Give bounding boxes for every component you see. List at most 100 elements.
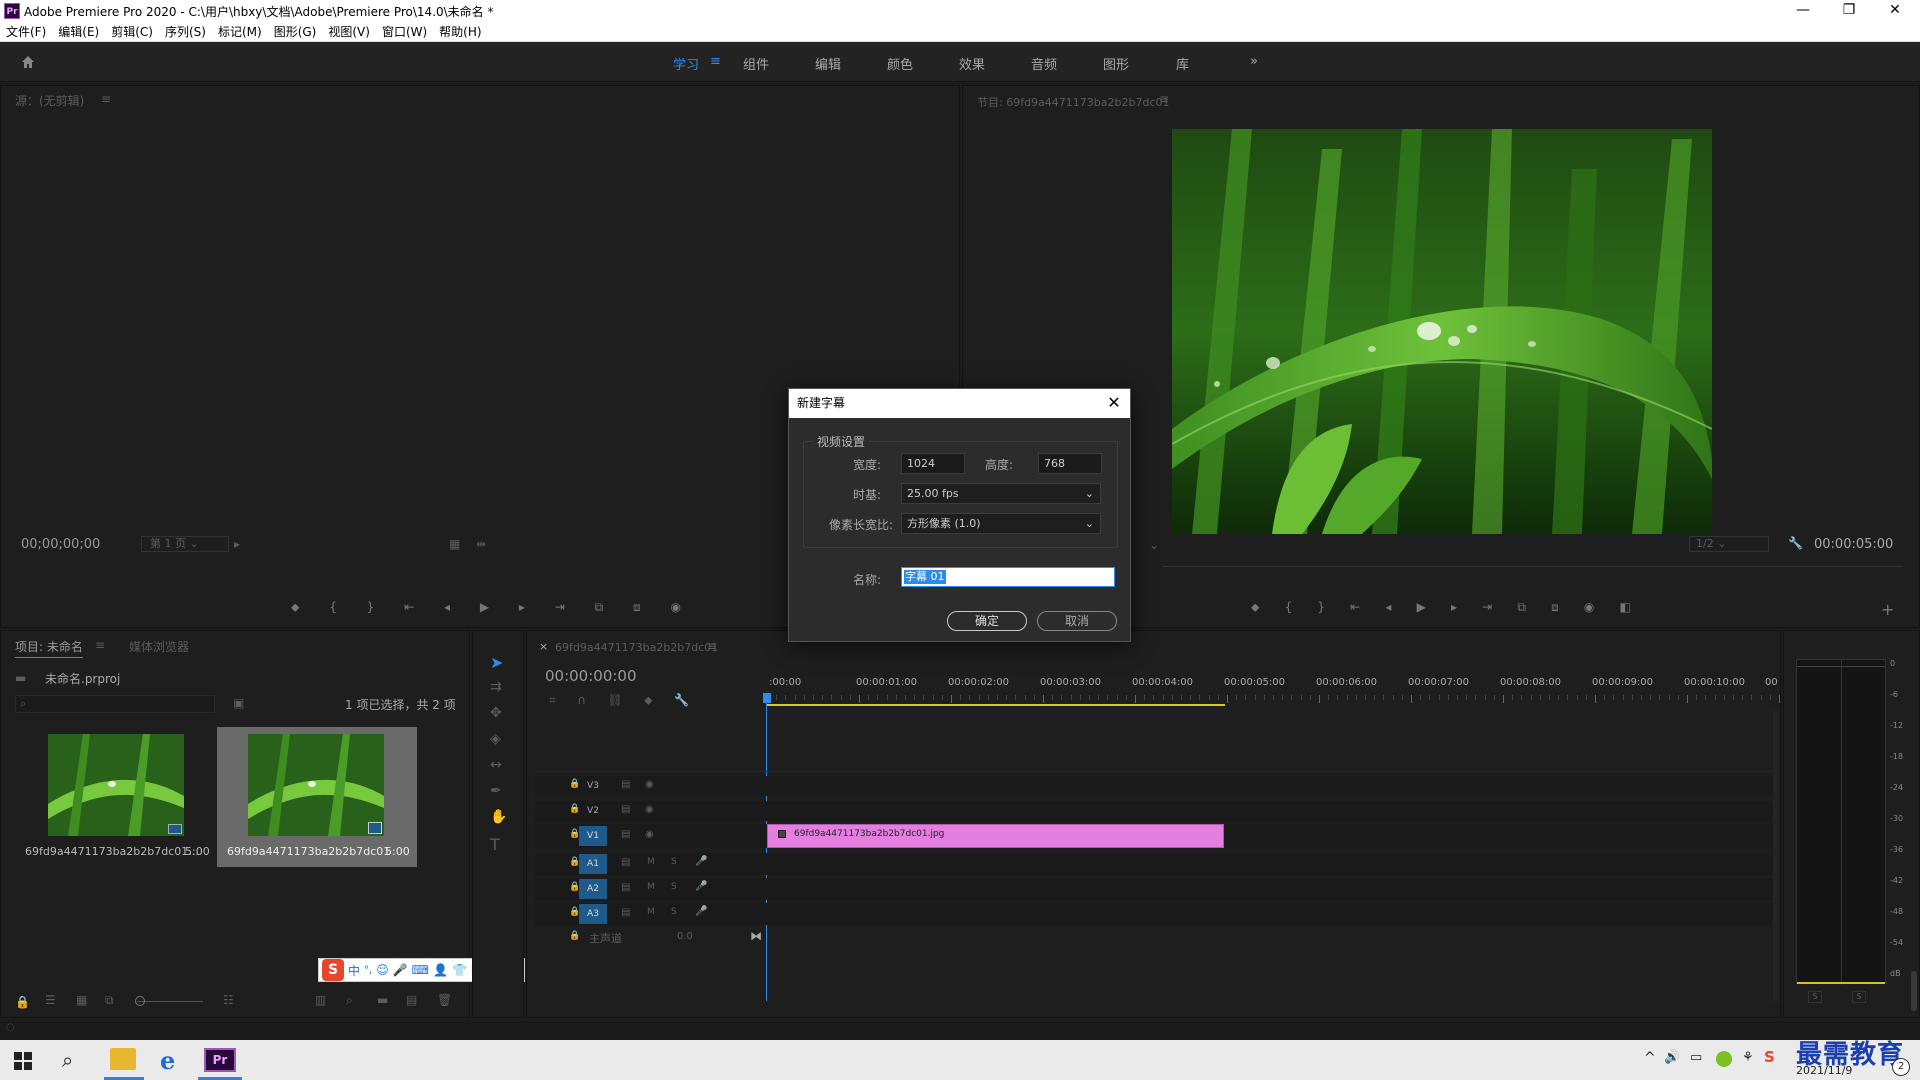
export-frame-icon[interactable]: ◉: [1584, 600, 1594, 615]
mark-in-icon[interactable]: {: [329, 600, 337, 615]
menu-view[interactable]: 视图(V): [322, 22, 376, 42]
workspace-effects[interactable]: 效果: [959, 54, 985, 73]
step-forward-icon[interactable]: ▸: [519, 600, 525, 615]
new-bin-icon[interactable]: ▬: [377, 993, 388, 1007]
freeform-view-icon[interactable]: ⧉: [105, 993, 114, 1008]
track-a1[interactable]: 🔒 A1 ▤ M S 🎤: [535, 853, 1775, 875]
icon-view-icon[interactable]: ▦: [76, 993, 87, 1007]
height-input[interactable]: 768: [1038, 453, 1102, 474]
work-area-bar[interactable]: [767, 704, 1225, 706]
source-monitor-title[interactable]: 源：(无剪辑): [15, 92, 84, 109]
compare-icon[interactable]: ◧: [1620, 600, 1631, 615]
solo-button[interactable]: S: [671, 882, 677, 892]
search-icon[interactable]: ⌕: [62, 1048, 73, 1072]
project-item-selected[interactable]: 69fd9a4471173ba2b2b7dc01 5:00: [217, 727, 417, 867]
menu-help[interactable]: 帮助(H): [433, 22, 487, 42]
sogou-tray-icon[interactable]: S: [1764, 1048, 1775, 1066]
minimize-button[interactable]: —: [1780, 0, 1826, 22]
security-tray-icon[interactable]: [1716, 1051, 1732, 1067]
track-a3[interactable]: 🔒 A3 ▤ M S 🎤: [535, 903, 1775, 925]
menu-markers[interactable]: 标记(M): [212, 22, 268, 42]
track-v2[interactable]: 🔒 V2 ▤ ◉: [535, 801, 1775, 821]
workspace-assembly[interactable]: 组件: [743, 54, 769, 73]
home-icon[interactable]: [20, 54, 36, 70]
snap-icon[interactable]: ∩: [577, 693, 586, 708]
user-icon[interactable]: 👤: [433, 963, 448, 977]
export-frame-icon[interactable]: ◉: [670, 600, 680, 615]
ime-punct-toggle[interactable]: °,: [364, 965, 372, 976]
ok-button[interactable]: 确定: [947, 611, 1027, 631]
workspace-overflow-icon[interactable]: »: [1250, 54, 1258, 69]
workspace-editing[interactable]: 编辑: [815, 54, 841, 73]
workspace-learn[interactable]: 学习: [673, 54, 699, 73]
add-button-icon[interactable]: +: [1881, 600, 1894, 619]
microphone-icon[interactable]: 🎤: [393, 963, 408, 977]
sync-lock-icon[interactable]: ▤: [621, 907, 630, 918]
eye-icon[interactable]: ◉: [645, 804, 654, 815]
lock-icon[interactable]: 🔒: [15, 995, 30, 1009]
new-item-icon[interactable]: ▤: [406, 993, 417, 1007]
track-a3-label[interactable]: A3: [579, 904, 607, 924]
go-to-out-icon[interactable]: ⇥: [555, 600, 565, 615]
program-scrub-bar[interactable]: [1163, 566, 1903, 576]
step-forward-icon[interactable]: ▸: [1451, 600, 1457, 615]
microphone-icon[interactable]: 🎤: [695, 856, 707, 867]
add-marker-icon[interactable]: ⬥: [1251, 600, 1259, 615]
solo-left-button[interactable]: S: [1808, 991, 1822, 1003]
list-view-icon[interactable]: ☰: [45, 993, 56, 1007]
playhead-handle[interactable]: [763, 693, 771, 703]
track-a2[interactable]: 🔒 A2 ▤ M S 🎤: [535, 878, 1775, 900]
timeline-clip[interactable]: 69fd9a4471173ba2b2b7dc01.jpg: [767, 824, 1224, 848]
extract-icon[interactable]: ⧈: [1551, 600, 1559, 615]
track-a2-label[interactable]: A2: [579, 879, 607, 899]
slip-tool-icon[interactable]: ↔: [490, 757, 502, 773]
go-to-out-icon[interactable]: ⇥: [1482, 600, 1492, 615]
tab-project[interactable]: 项目: 未命名: [15, 638, 83, 658]
sync-lock-icon[interactable]: ▤: [621, 804, 630, 815]
solo-button[interactable]: S: [671, 857, 677, 867]
track-a1-label[interactable]: A1: [579, 854, 607, 874]
workspace-color[interactable]: 颜色: [887, 54, 913, 73]
network-icon[interactable]: ▭: [1690, 1050, 1702, 1065]
wrench-icon[interactable]: 🔧: [1788, 536, 1803, 550]
sogou-logo-icon[interactable]: S: [322, 959, 344, 981]
track-v3[interactable]: 🔒 V3 ▤ ◉: [535, 776, 1775, 796]
collapse-tracks-icon[interactable]: ⧓: [750, 929, 762, 943]
pixel-aspect-select[interactable]: 方形像素 (1.0) ⌄: [901, 513, 1101, 534]
selection-tool-icon[interactable]: ➤: [490, 653, 503, 672]
step-back-icon[interactable]: ◂: [444, 600, 450, 615]
solo-right-button[interactable]: S: [1852, 991, 1866, 1003]
menu-edit[interactable]: 编辑(E): [52, 22, 105, 42]
panel-menu-icon[interactable]: ≡: [707, 639, 717, 653]
panel-menu-icon[interactable]: ≡: [1159, 92, 1169, 106]
program-monitor-title[interactable]: 节目: 69fd9a4471173ba2b2b7dc01: [977, 94, 1170, 110]
track-v1-label[interactable]: V1: [579, 826, 607, 846]
insert-icon[interactable]: ⧉: [595, 600, 604, 615]
time-ruler[interactable]: :00:00 00:00:01:00 00:00:02:00 00:00:03:…: [765, 677, 1780, 717]
mute-button[interactable]: M: [647, 857, 655, 867]
fit-icon[interactable]: ⇹: [476, 537, 486, 551]
project-item[interactable]: 69fd9a4471173ba2b2b7dc01... 5:00: [15, 727, 217, 867]
ime-lang-toggle[interactable]: 中: [348, 962, 360, 979]
width-input[interactable]: 1024: [901, 453, 965, 474]
automate-icon[interactable]: ▥: [315, 993, 326, 1007]
workspace-menu-icon[interactable]: ≡: [710, 54, 721, 69]
ime-tray-icon[interactable]: ⚘: [1742, 1050, 1754, 1065]
zoom-slider[interactable]: [137, 1001, 203, 1002]
go-to-in-icon[interactable]: ⇤: [1350, 600, 1360, 615]
zoom-chevron-icon[interactable]: ⌄: [1149, 538, 1159, 552]
lift-icon[interactable]: ⧉: [1517, 600, 1526, 615]
meter-scrollbar[interactable]: [1911, 971, 1917, 1011]
page-select[interactable]: 第 1 页 ⌄: [141, 536, 229, 552]
workspace-audio[interactable]: 音频: [1031, 54, 1057, 73]
sync-lock-icon[interactable]: ▤: [621, 779, 630, 790]
dialog-close-icon[interactable]: ✕: [1104, 391, 1124, 415]
wrench-icon[interactable]: 🔧: [674, 693, 689, 708]
pen-tool-icon[interactable]: ✒: [490, 783, 502, 799]
sequence-tab[interactable]: 69fd9a4471173ba2b2b7dc01: [555, 641, 718, 654]
track-v2-label[interactable]: V2: [579, 801, 607, 821]
lock-icon[interactable]: 🔒: [569, 931, 580, 941]
razor-tool-icon[interactable]: ◈: [490, 731, 501, 747]
volume-icon[interactable]: 🔊: [1664, 1050, 1680, 1065]
add-marker-icon[interactable]: ⬥: [291, 600, 299, 615]
